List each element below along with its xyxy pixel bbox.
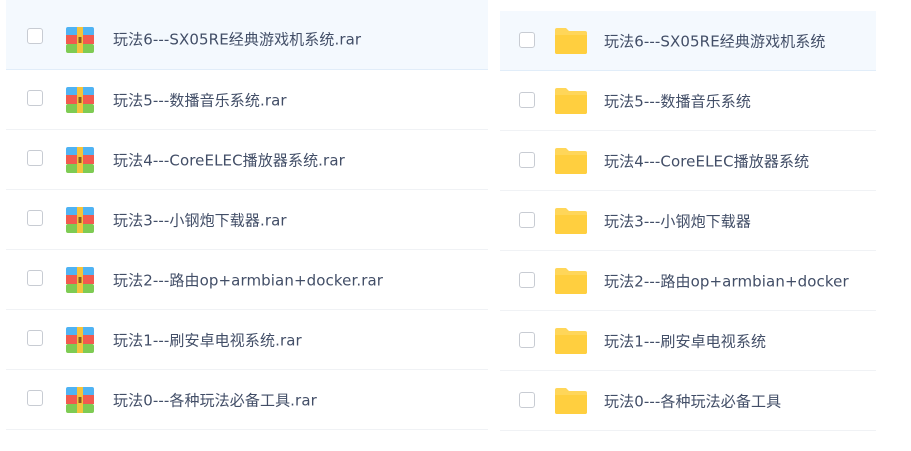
file-name[interactable]: 玩法5---数播音乐系统.rar — [113, 90, 287, 111]
row-checkbox[interactable] — [27, 390, 43, 406]
folder-name[interactable]: 玩法4---CoreELEC播放器系统 — [604, 151, 809, 172]
folder-icon — [555, 268, 587, 294]
row-checkbox[interactable] — [27, 270, 43, 286]
folder-icon — [555, 148, 587, 174]
rar-archive-icon — [66, 27, 94, 53]
row-checkbox[interactable] — [27, 28, 43, 44]
file-row[interactable]: 玩法3---小钢炮下载器.rar — [6, 190, 488, 250]
row-checkbox[interactable] — [519, 92, 535, 108]
folder-row[interactable]: 玩法4---CoreELEC播放器系统 — [500, 131, 876, 191]
row-checkbox[interactable] — [27, 330, 43, 346]
folder-name[interactable]: 玩法1---刷安卓电视系统 — [604, 331, 766, 352]
row-checkbox[interactable] — [519, 332, 535, 348]
row-checkbox[interactable] — [519, 392, 535, 408]
row-checkbox[interactable] — [27, 90, 43, 106]
file-row[interactable]: 玩法1---刷安卓电视系统.rar — [6, 310, 488, 370]
folder-list: 玩法6---SX05RE经典游戏机系统 玩法5---数播音乐系统 玩法4---C… — [500, 11, 876, 431]
folder-list-panel: 玩法6---SX05RE经典游戏机系统 玩法5---数播音乐系统 玩法4---C… — [500, 11, 876, 431]
folder-name[interactable]: 玩法2---路由op+armbian+docker — [604, 271, 849, 292]
rar-archive-icon — [66, 327, 94, 353]
archive-file-list-panel: 玩法6---SX05RE经典游戏机系统.rar 玩法5---数播音乐系统.rar — [6, 0, 488, 430]
folder-icon — [555, 28, 587, 54]
rar-archive-icon — [66, 87, 94, 113]
folder-name[interactable]: 玩法3---小钢炮下载器 — [604, 211, 751, 232]
file-name[interactable]: 玩法4---CoreELEC播放器系统.rar — [113, 150, 345, 171]
folder-icon — [555, 88, 587, 114]
row-checkbox[interactable] — [519, 272, 535, 288]
file-row[interactable]: 玩法2---路由op+armbian+docker.rar — [6, 250, 488, 310]
folder-icon — [555, 208, 587, 234]
file-row[interactable]: 玩法5---数播音乐系统.rar — [6, 70, 488, 130]
folder-row[interactable]: 玩法5---数播音乐系统 — [500, 71, 876, 131]
rar-archive-icon — [66, 267, 94, 293]
row-checkbox[interactable] — [519, 152, 535, 168]
folder-row[interactable]: 玩法3---小钢炮下载器 — [500, 191, 876, 251]
file-name[interactable]: 玩法0---各种玩法必备工具.rar — [113, 390, 317, 411]
archive-file-list: 玩法6---SX05RE经典游戏机系统.rar 玩法5---数播音乐系统.rar — [6, 0, 488, 430]
row-checkbox[interactable] — [27, 210, 43, 226]
rar-archive-icon — [66, 387, 94, 413]
folder-row[interactable]: 玩法6---SX05RE经典游戏机系统 — [500, 11, 876, 71]
folder-name[interactable]: 玩法6---SX05RE经典游戏机系统 — [604, 31, 825, 52]
folder-icon — [555, 388, 587, 414]
rar-archive-icon — [66, 147, 94, 173]
file-name[interactable]: 玩法6---SX05RE经典游戏机系统.rar — [113, 29, 361, 50]
folder-name[interactable]: 玩法5---数播音乐系统 — [604, 91, 751, 112]
file-row[interactable]: 玩法4---CoreELEC播放器系统.rar — [6, 130, 488, 190]
file-name[interactable]: 玩法3---小钢炮下载器.rar — [113, 210, 287, 231]
folder-row[interactable]: 玩法2---路由op+armbian+docker — [500, 251, 876, 311]
file-row[interactable]: 玩法6---SX05RE经典游戏机系统.rar — [6, 0, 488, 70]
folder-name[interactable]: 玩法0---各种玩法必备工具 — [604, 391, 781, 412]
file-name[interactable]: 玩法2---路由op+armbian+docker.rar — [113, 270, 383, 291]
folder-icon — [555, 328, 587, 354]
row-checkbox[interactable] — [519, 212, 535, 228]
folder-row[interactable]: 玩法1---刷安卓电视系统 — [500, 311, 876, 371]
rar-archive-icon — [66, 207, 94, 233]
row-checkbox[interactable] — [27, 150, 43, 166]
file-row[interactable]: 玩法0---各种玩法必备工具.rar — [6, 370, 488, 430]
folder-row[interactable]: 玩法0---各种玩法必备工具 — [500, 371, 876, 431]
row-checkbox[interactable] — [519, 32, 535, 48]
file-name[interactable]: 玩法1---刷安卓电视系统.rar — [113, 330, 302, 351]
